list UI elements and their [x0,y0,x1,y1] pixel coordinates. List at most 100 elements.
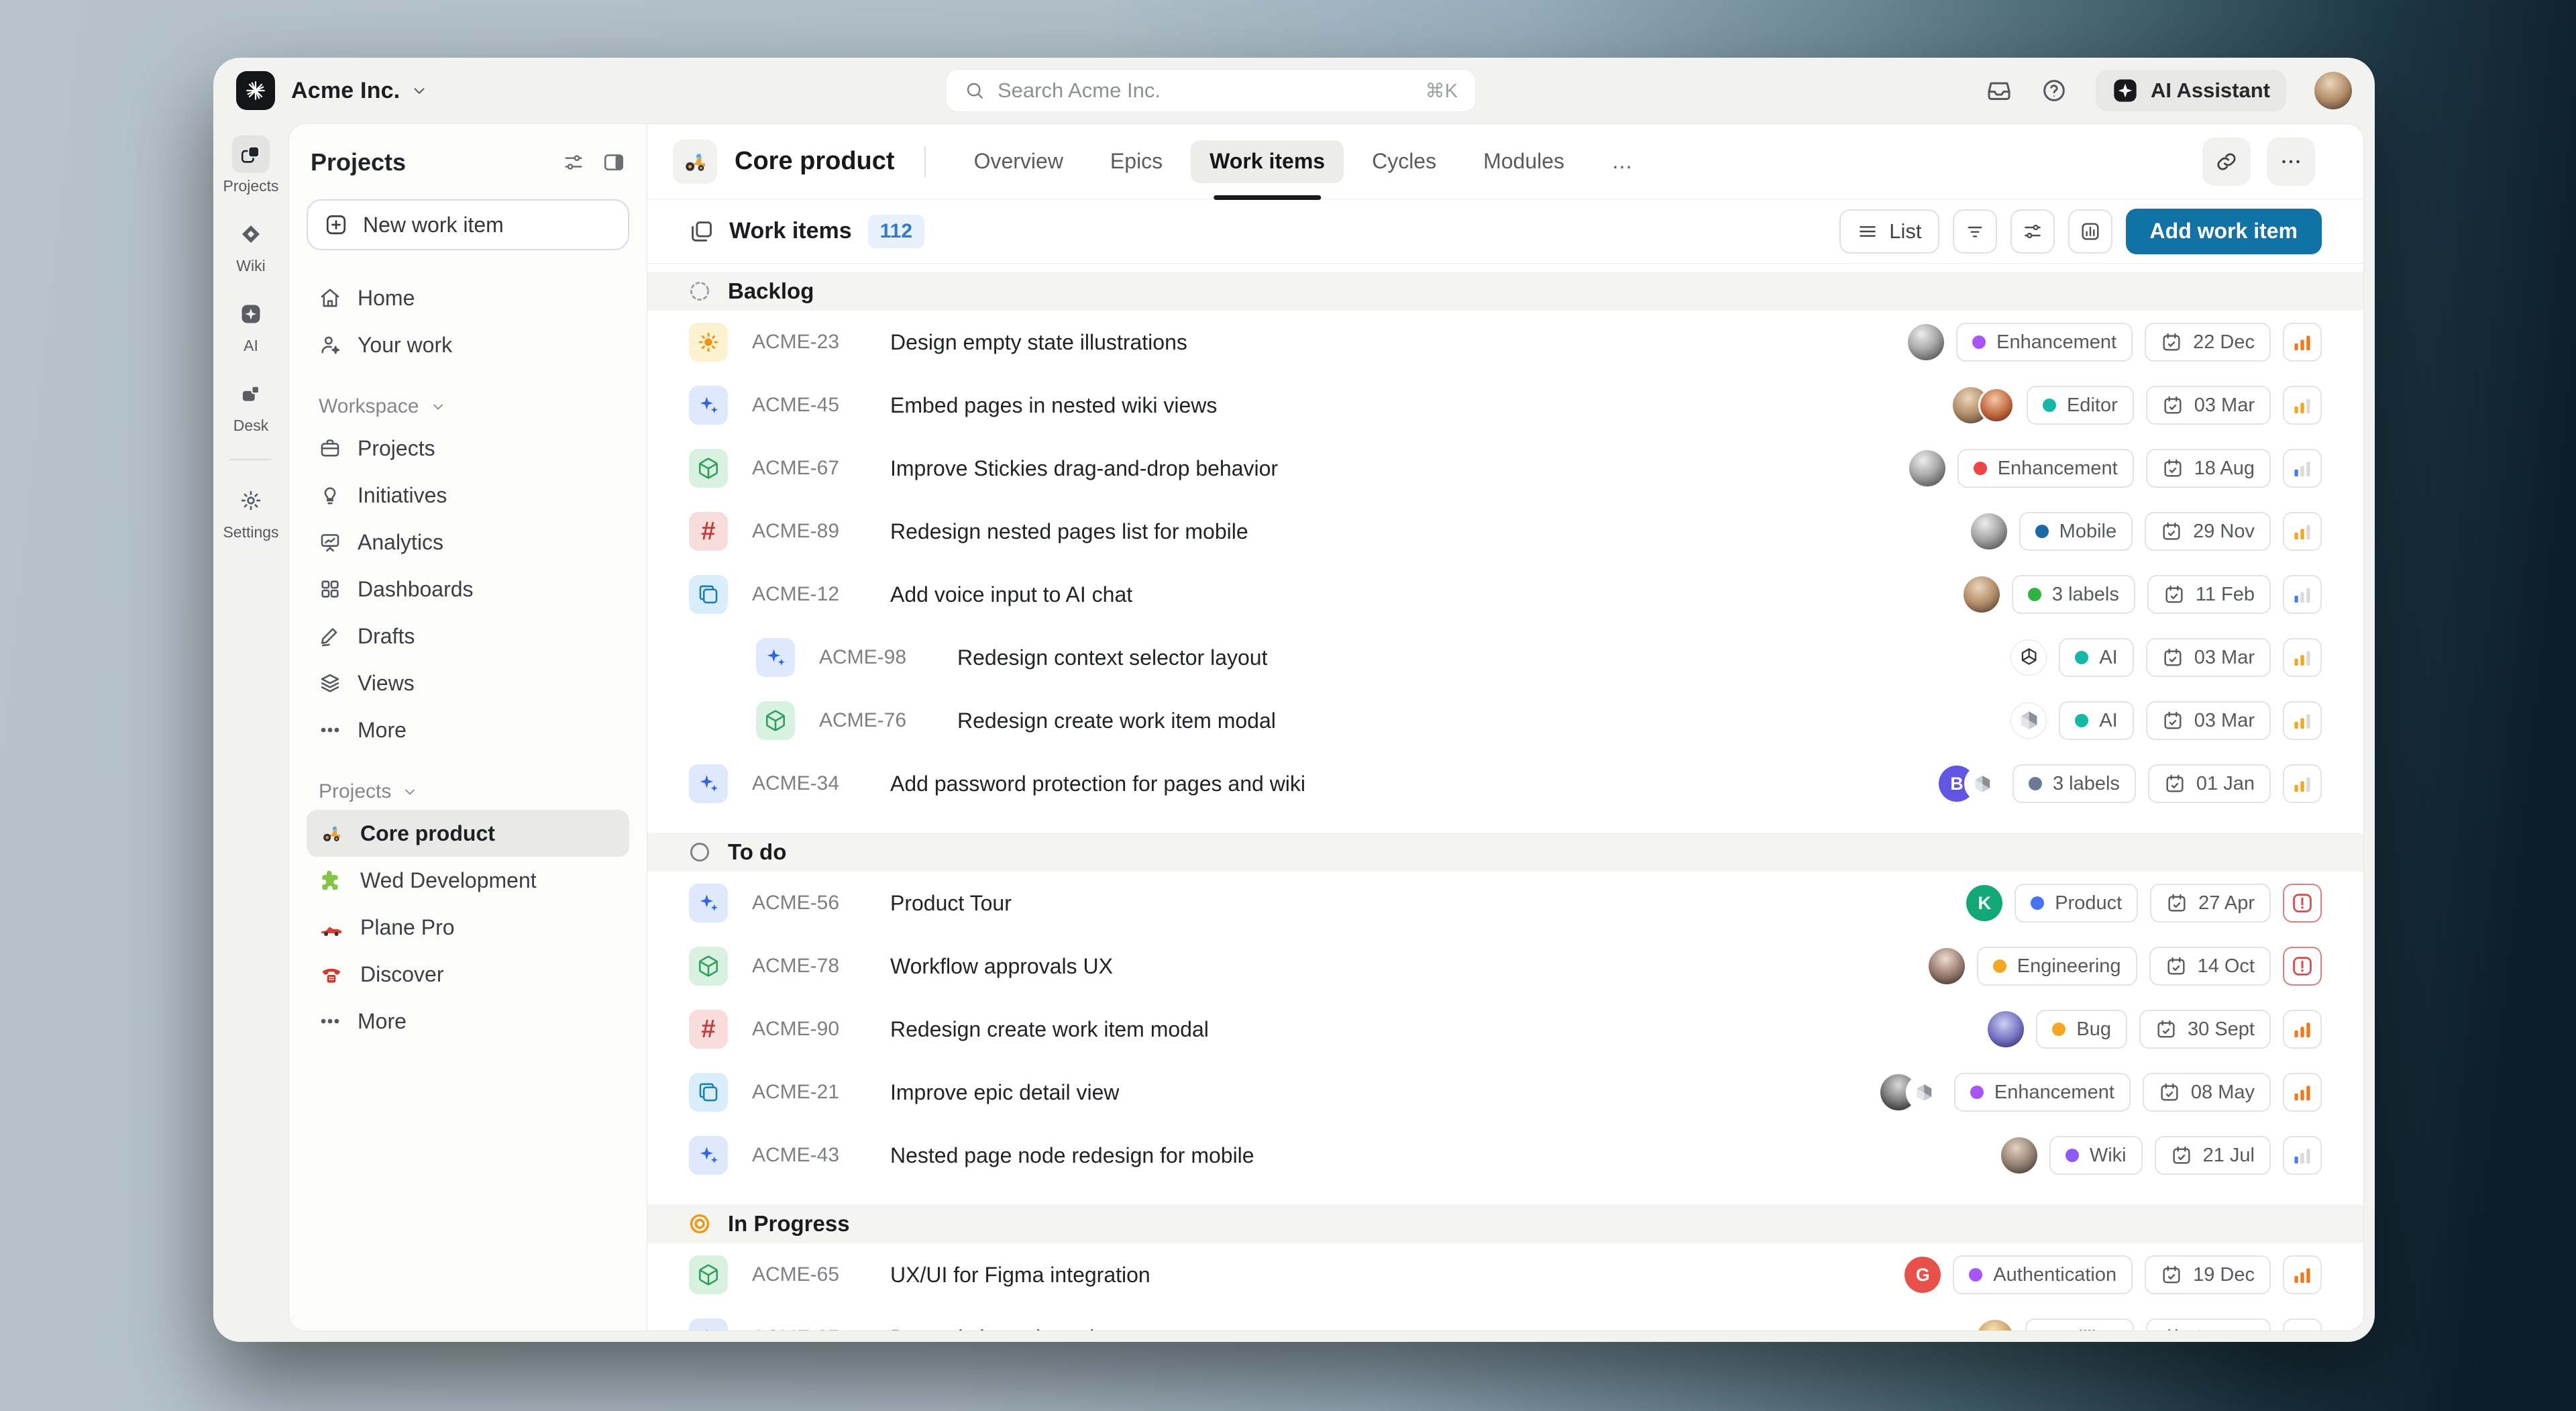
label-chip[interactable]: Enhancement [1957,449,2134,488]
copy-link-button[interactable] [2202,138,2251,186]
due-date-chip[interactable]: 18 Aug [2146,449,2271,488]
user-avatar[interactable] [2314,72,2352,109]
section-header-in-progress[interactable]: In Progress [647,1204,2363,1243]
label-chip[interactable]: Enhancement [1954,1073,2131,1112]
assignee-avatar[interactable] [1988,1011,2024,1047]
label-chip[interactable]: Enhancement [1956,323,2133,362]
sidebar-item-home[interactable]: Home [307,274,629,321]
priority-high-icon[interactable] [2283,1255,2322,1294]
assignees[interactable] [1880,1074,1942,1110]
due-date-chip[interactable]: 21 Jul [2155,1136,2271,1175]
tab-cycles[interactable]: Cycles [1353,140,1455,183]
cube3d-avatar[interactable] [1906,1074,1942,1110]
help-icon[interactable] [2041,77,2068,104]
display-options-button[interactable] [2010,209,2055,254]
tab-…[interactable]: … [1593,140,1652,183]
priority-medium-icon[interactable] [2283,386,2322,425]
work-item-row[interactable]: ACME-67Improve Stickies drag-and-drop be… [647,437,2363,500]
project-item-more[interactable]: More [307,998,629,1045]
priority-medium-icon[interactable] [2283,638,2322,677]
add-work-item-button[interactable]: Add work item [2126,209,2322,254]
layout-switch-button[interactable]: List [1839,209,1939,254]
work-item-row[interactable]: ACME-87Dynamic icons based on context ty… [647,1306,2363,1330]
work-item-row[interactable]: #ACME-90Redesign create work item modalB… [647,998,2363,1061]
priority-urgent-icon[interactable] [2283,884,2322,923]
priority-medium-icon[interactable] [2283,701,2322,740]
assignees[interactable]: K [1966,885,2002,921]
projects-section-header[interactable]: Projects [307,780,629,803]
assignees[interactable] [2010,639,2047,676]
project-item-core-product[interactable]: Core product [307,810,629,857]
due-date-chip[interactable]: 01 Jan [2148,764,2271,803]
sidebar-item-your-work[interactable]: Your work [307,321,629,368]
rail-item-projects[interactable]: Projects [223,136,278,195]
label-chip[interactable]: AI [2059,701,2133,740]
assignees[interactable] [1977,1320,2013,1330]
work-item-row[interactable]: ACME-23Design empty state illustrationsE… [647,311,2363,374]
work-item-row[interactable]: ACME-34Add password protection for pages… [647,752,2363,815]
due-date-chip[interactable]: 27 Apr [2150,884,2271,923]
assignee-avatar[interactable] [1964,576,2000,613]
workspace-item-more[interactable]: More [307,707,629,753]
label-chip[interactable]: AI [2059,638,2133,677]
due-date-chip[interactable]: 14 Oct [2149,947,2271,986]
due-date-chip[interactable]: 30 Sept [2139,1010,2271,1049]
section-header-backlog[interactable]: Backlog [647,272,2363,311]
work-item-row[interactable]: ACME-43Nested page node redesign for mob… [647,1124,2363,1187]
label-chip[interactable]: Mobile [2019,512,2133,551]
tab-overview[interactable]: Overview [955,140,1082,183]
new-work-item-button[interactable]: New work item [307,199,629,250]
tab-modules[interactable]: Modules [1464,140,1583,183]
label-chip[interactable]: Editor [2027,386,2134,425]
cube3d-avatar[interactable] [2010,702,2047,739]
assignee-avatar[interactable] [1977,1320,2013,1330]
analytics-button[interactable] [2068,209,2112,254]
priority-high-icon[interactable] [2283,1010,2322,1049]
assignees[interactable] [1988,1011,2024,1047]
label-chip[interactable]: Product [2015,884,2138,923]
assignees[interactable] [1971,513,2007,550]
assignees[interactable]: B [1939,766,2000,802]
tab-epics[interactable]: Epics [1091,140,1181,183]
workspace-logo[interactable] [236,71,275,110]
workspace-section-header[interactable]: Workspace [307,395,629,418]
assignee-avatar[interactable] [1909,450,1945,486]
assignees[interactable] [1964,576,2000,613]
due-date-chip[interactable]: 03 Mar [2146,701,2271,740]
search-input[interactable] [998,79,1413,103]
work-item-row[interactable]: ACME-76Redesign create work item modalAI… [647,689,2363,752]
workspace-item-analytics[interactable]: Analytics [307,519,629,566]
due-date-chip[interactable]: 03 Mar [2146,386,2271,425]
due-date-chip[interactable]: 19 Dec [2145,1255,2271,1294]
assignees[interactable] [1953,387,2015,423]
rail-item-ai[interactable]: AI [232,295,270,355]
work-item-row[interactable]: ACME-21Improve epic detail viewEnhanceme… [647,1061,2363,1124]
global-search[interactable]: ⌘K [946,69,1476,112]
label-chip[interactable]: Wiki [2049,1136,2143,1175]
workspace-item-projects[interactable]: Projects [307,425,629,472]
priority-medium-icon[interactable] [2283,512,2322,551]
assignees[interactable] [1908,324,1944,360]
label-chip[interactable]: 3 labels [2012,764,2136,803]
inbox-icon[interactable] [1986,77,2012,104]
work-item-row[interactable]: ACME-98Redesign context selector layoutA… [647,626,2363,689]
assignees[interactable] [2001,1137,2037,1173]
work-item-row[interactable]: ACME-78Workflow approvals UXEngineering1… [647,935,2363,998]
sidebar-toggle-icon[interactable] [602,151,625,174]
project-more-button[interactable] [2267,138,2315,186]
workspace-item-initiatives[interactable]: Initiatives [307,472,629,519]
work-item-row[interactable]: ACME-56Product TourKProduct27 Apr [647,872,2363,935]
work-item-row[interactable]: ACME-45Embed pages in nested wiki viewsE… [647,374,2363,437]
label-chip[interactable]: 3 labels [2012,575,2135,614]
work-item-row[interactable]: #ACME-89Redesign nested pages list for m… [647,500,2363,563]
assignee-avatar[interactable] [2001,1137,2037,1173]
assignees[interactable] [1909,450,1945,486]
rail-item-wiki[interactable]: Wiki [232,215,270,275]
priority-high-icon[interactable] [2283,1073,2322,1112]
priority-medium-icon[interactable] [2283,764,2322,803]
priority-low-icon[interactable] [2283,449,2322,488]
due-date-chip[interactable]: 22 Dec [2145,323,2271,362]
priority-low-icon[interactable] [2283,1136,2322,1175]
priority-low-icon[interactable] [2283,575,2322,614]
priority-urgent-icon[interactable] [2283,947,2322,986]
